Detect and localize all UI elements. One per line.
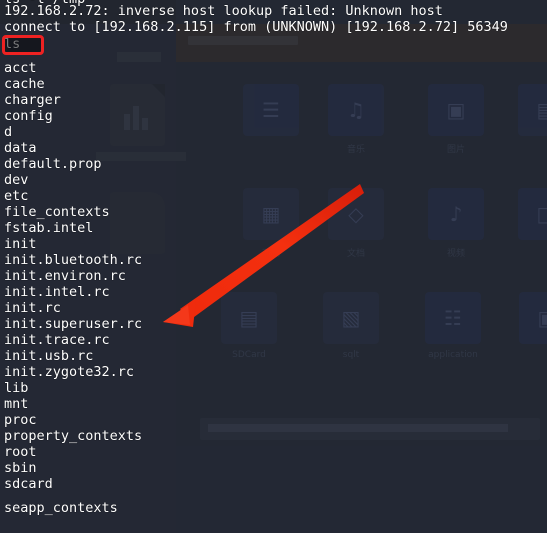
- ls-entry-27: seapp_contexts: [4, 500, 118, 516]
- ls-entry-23: property_contexts: [4, 428, 143, 444]
- ls-entry-17: init.trace.rc: [4, 332, 110, 348]
- terminal-line-1: connect to [192.168.2.115] from (UNKNOWN…: [4, 19, 508, 35]
- ls-entry-21: mnt: [4, 396, 29, 412]
- ls-entry-25: sbin: [4, 460, 37, 476]
- ls-entry-6: default.prop: [4, 156, 102, 172]
- ls-entry-10: fstab.intel: [4, 220, 94, 236]
- ls-entry-8: etc: [4, 188, 29, 204]
- ls-entry-1: cache: [4, 76, 45, 92]
- screenshot-root: ☰ ♫ 音乐 ▣ 图片 ▤ ▦ 下载 ◇ 文档 ♪ 视频 □ ▤ SDCard …: [0, 0, 547, 533]
- ls-entry-16: init.superuser.rc: [4, 316, 143, 332]
- ls-entry-12: init.bluetooth.rc: [4, 252, 143, 268]
- ls-entry-19: init.zygote32.rc: [4, 364, 135, 380]
- ls-entry-13: init.environ.rc: [4, 268, 126, 284]
- terminal-output[interactable]: ls -l /tmp 192.168.2.72: inverse host lo…: [0, 0, 547, 533]
- ls-entry-14: init.intel.rc: [4, 284, 110, 300]
- terminal-line-0: 192.168.2.72: inverse host lookup failed…: [4, 3, 443, 19]
- ls-entry-3: config: [4, 108, 53, 124]
- ls-entry-5: data: [4, 140, 37, 156]
- ls-entry-20: lib: [4, 380, 29, 396]
- ls-entry-15: init.rc: [4, 300, 61, 316]
- ls-entry-11: init: [4, 236, 37, 252]
- ls-entry-9: file_contexts: [4, 204, 110, 220]
- ls-entry-18: init.usb.rc: [4, 348, 94, 364]
- ls-entry-0: acct: [4, 60, 37, 76]
- ls-entry-26: sdcard: [4, 476, 53, 492]
- ls-entry-2: charger: [4, 92, 61, 108]
- ls-entry-24: root: [4, 444, 37, 460]
- ls-entry-22: proc: [4, 412, 37, 428]
- ls-entry-7: dev: [4, 172, 29, 188]
- annotation-highlight-box: [2, 35, 44, 55]
- ls-entry-4: d: [4, 124, 13, 140]
